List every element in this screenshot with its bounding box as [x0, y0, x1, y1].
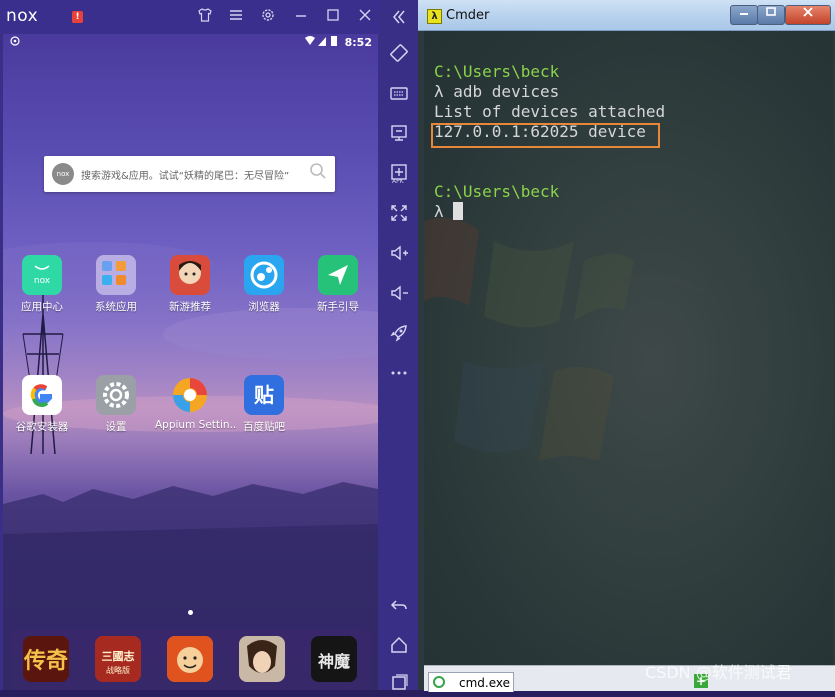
- nox-side-toolbar: APK: [380, 0, 418, 690]
- shenmo-game-icon[interactable]: 神魔: [311, 636, 357, 682]
- recent-apps-icon[interactable]: [389, 672, 409, 692]
- svg-text:nox: nox: [34, 276, 51, 286]
- gear-icon[interactable]: [257, 7, 279, 27]
- home-icon[interactable]: [389, 635, 409, 655]
- tab-label: cmd.exe: [459, 676, 511, 690]
- app-app-center[interactable]: nox 应用中心: [7, 255, 77, 314]
- windows-wallpaper-logo: [424, 217, 706, 461]
- new-games-icon: [170, 255, 210, 295]
- nox-logo: nox: [6, 6, 39, 26]
- maximize-icon: [766, 7, 776, 16]
- search-icon[interactable]: [309, 162, 327, 180]
- maximize-icon[interactable]: [322, 7, 344, 27]
- close-icon[interactable]: [354, 7, 376, 27]
- app-system-apps[interactable]: 系统应用: [81, 255, 151, 314]
- search-bar[interactable]: nox 搜索游戏&应用。试试“妖精的尾巴：无尽冒险”: [44, 156, 335, 192]
- csdn-watermark: CSDN @软件测试君: [645, 663, 792, 682]
- minimize-button[interactable]: [730, 5, 758, 25]
- alert-icon[interactable]: !: [72, 11, 83, 23]
- search-placeholder: 搜索游戏&应用。试试“妖精的尾巴：无尽冒险”: [81, 171, 290, 182]
- tshirt-icon[interactable]: [194, 7, 216, 27]
- baidu-tieba-icon: 贴: [244, 375, 284, 415]
- menu-icon[interactable]: [225, 7, 247, 27]
- nox-app-center-icon: nox: [22, 255, 62, 295]
- rocket-icon[interactable]: [389, 323, 409, 343]
- rotate-icon[interactable]: [389, 43, 409, 63]
- window-title: Cmder: [446, 8, 490, 23]
- page-indicator-dot[interactable]: [188, 610, 193, 615]
- sync-icon: [9, 35, 21, 50]
- highlight-box: [431, 123, 660, 148]
- svg-text:贴: 贴: [254, 383, 274, 407]
- app-settings[interactable]: 设置: [81, 375, 151, 434]
- cmd-tab-icon: [433, 676, 445, 688]
- app-browser[interactable]: 浏览器: [229, 255, 299, 314]
- legend-game-icon[interactable]: 传奇: [23, 636, 69, 682]
- tab-cmd-exe[interactable]: cmd.exe: [428, 672, 514, 692]
- command-line: λ adb devices: [434, 82, 560, 101]
- hero-game-icon[interactable]: [239, 636, 285, 682]
- minimize-icon: [740, 13, 748, 15]
- fullscreen-icon[interactable]: [389, 203, 409, 223]
- settings-icon: [96, 375, 136, 415]
- system-apps-folder-icon: [96, 255, 136, 295]
- app-beginner-guide[interactable]: 新手引导: [303, 255, 373, 314]
- app-new-games[interactable]: 新游推荐: [155, 255, 225, 314]
- text-cursor: [453, 202, 463, 220]
- google-installer-icon: [22, 375, 62, 415]
- svg-text:神魔: 神魔: [318, 652, 351, 671]
- prompt-path: C:\Users\beck: [434, 62, 560, 81]
- status-time: 8:52: [344, 36, 372, 49]
- apk-label: APK: [392, 178, 404, 185]
- guide-icon: [318, 255, 358, 295]
- status-bar: 8:52: [3, 34, 378, 52]
- minimize-icon[interactable]: [290, 7, 312, 27]
- maximize-button[interactable]: [757, 5, 785, 25]
- prompt-path: C:\Users\beck: [434, 182, 560, 201]
- app-baidu-tieba[interactable]: 贴 百度贴吧: [229, 375, 299, 434]
- svg-text:三國志: 三國志: [102, 649, 135, 663]
- keyboard-icon[interactable]: [389, 83, 409, 103]
- console-output[interactable]: C:\Users\beck λ adb devices List of devi…: [424, 31, 833, 665]
- nox-emulator-window: nox ! 8:52 nox 搜索游戏&应用。试试“妖精的尾巴：无尽冒险” no…: [0, 0, 418, 690]
- nox-titlebar: nox !: [0, 0, 380, 34]
- cmder-titlebar[interactable]: λ Cmder: [418, 0, 835, 31]
- output-line: List of devices attached: [434, 102, 666, 121]
- svg-text:战略版: 战略版: [106, 665, 130, 675]
- close-button[interactable]: [785, 5, 831, 25]
- three-kingdoms-game-icon[interactable]: 三國志 战略版: [95, 636, 141, 682]
- volume-down-icon[interactable]: [389, 283, 409, 303]
- collapse-icon[interactable]: [389, 7, 409, 27]
- appium-settings-icon: [170, 375, 210, 415]
- monk-game-icon[interactable]: [167, 636, 213, 682]
- wifi-signal-battery-icon: [305, 36, 337, 46]
- app-google-installer[interactable]: 谷歌安装器: [7, 375, 77, 434]
- app-appium-settings[interactable]: Appium Settin..: [155, 375, 236, 431]
- back-icon[interactable]: [389, 595, 409, 615]
- prompt-line[interactable]: λ: [434, 202, 453, 221]
- android-screen[interactable]: 8:52 nox 搜索游戏&应用。试试“妖精的尾巴：无尽冒险” nox 应用中心…: [3, 34, 378, 690]
- nox-search-logo-icon: nox: [52, 163, 74, 185]
- app-dock: 传奇 三國志战略版 神魔: [11, 630, 371, 690]
- cmder-window: λ Cmder C:\Users\beck λ adb devices List…: [418, 0, 835, 692]
- more-icon[interactable]: [389, 363, 409, 383]
- close-icon: [803, 7, 813, 17]
- status-icons: [304, 35, 338, 50]
- svg-text:传奇: 传奇: [23, 648, 68, 674]
- cmder-lambda-icon: λ: [427, 9, 442, 24]
- screen-icon[interactable]: [389, 123, 409, 143]
- browser-icon: [244, 255, 284, 295]
- volume-up-icon[interactable]: [389, 243, 409, 263]
